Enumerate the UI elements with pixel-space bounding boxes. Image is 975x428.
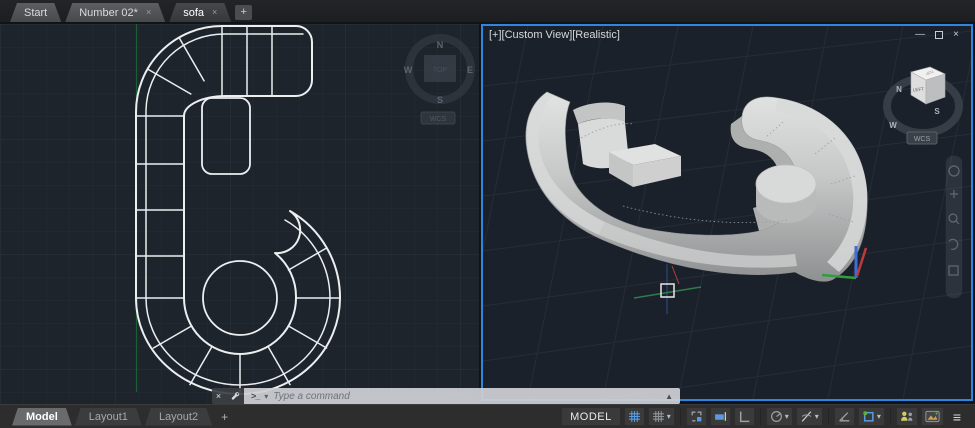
viewport-2d[interactable]: TOP N S W E WCS bbox=[0, 24, 479, 404]
ucs-x-axis bbox=[855, 247, 868, 277]
compass-south-label[interactable]: S bbox=[934, 107, 940, 116]
close-icon[interactable]: × bbox=[953, 29, 959, 40]
chevron-down-icon[interactable]: ▾ bbox=[877, 412, 881, 421]
isometric-drafting-toggle[interactable]: ▾ bbox=[795, 407, 823, 426]
sofa-3d-model[interactable] bbox=[525, 91, 868, 282]
object-snap-icon bbox=[863, 411, 874, 422]
grid-display-icon bbox=[628, 411, 640, 422]
status-bar: Model Layout1 Layout2 + MODEL ▾ ▾ ▾ ▾ ≡ bbox=[0, 404, 975, 428]
layout-tab-bar: Model Layout1 Layout2 + bbox=[0, 408, 234, 426]
chevron-down-icon[interactable]: ▾ bbox=[815, 412, 819, 421]
crosshair-cursor bbox=[633, 264, 702, 314]
object-snap-toggle[interactable]: ▾ bbox=[857, 407, 885, 426]
command-placeholder[interactable]: Type a command bbox=[273, 391, 350, 402]
2d-drawing-canvas: TOP N S W E WCS bbox=[0, 24, 479, 404]
grid-display-toggle[interactable] bbox=[623, 407, 645, 426]
ortho-mode-toggle[interactable] bbox=[733, 407, 755, 426]
polar-tracking-toggle[interactable]: ▾ bbox=[765, 407, 793, 426]
file-tab-label: Start bbox=[24, 6, 48, 19]
snap-mode-toggle[interactable]: ▾ bbox=[647, 407, 675, 426]
divider bbox=[889, 408, 891, 425]
tab-layout1[interactable]: Layout1 bbox=[75, 408, 142, 426]
file-tab-start[interactable]: Start bbox=[10, 3, 61, 22]
ortho-mode-icon bbox=[739, 411, 750, 423]
infer-constraints-toggle[interactable] bbox=[685, 407, 707, 426]
dynamic-input-icon bbox=[714, 412, 726, 421]
annotation-monitor-icon bbox=[838, 412, 850, 422]
command-prompt-icon: >_ bbox=[251, 391, 260, 401]
new-layout-button[interactable]: + bbox=[215, 410, 234, 424]
autocad-window: Start Number 02* × sofa × + TOP N S W E … bbox=[0, 0, 975, 428]
viewport-3d[interactable]: [+][Custom View][Realistic] — × N S W TO… bbox=[481, 24, 973, 401]
file-tab-label: Number 02* bbox=[79, 6, 138, 19]
restore-icon[interactable] bbox=[935, 30, 944, 39]
command-line-controls: × bbox=[212, 388, 244, 404]
customization-menu-button[interactable]: ≡ bbox=[947, 409, 967, 425]
compass-south-label[interactable]: S bbox=[437, 95, 443, 105]
command-line[interactable]: × >_ ▾ Type a command ▲ bbox=[212, 388, 680, 404]
customize-wrench-icon[interactable] bbox=[229, 391, 240, 402]
wcs-label: WCS bbox=[914, 136, 931, 143]
chevron-down-icon[interactable]: ▾ bbox=[264, 392, 268, 401]
file-tab-bar: Start Number 02* × sofa × + bbox=[0, 0, 975, 22]
collaborate-button[interactable] bbox=[895, 407, 918, 426]
tab-layout2[interactable]: Layout2 bbox=[145, 408, 212, 426]
chevron-down-icon[interactable]: ▾ bbox=[785, 412, 789, 421]
file-tab-label: sofa bbox=[183, 6, 204, 19]
divider bbox=[827, 408, 829, 425]
tab-model[interactable]: Model bbox=[12, 408, 72, 426]
annotation-monitor-toggle[interactable] bbox=[833, 407, 855, 426]
compass-east-label[interactable]: E bbox=[467, 65, 473, 75]
command-input-area[interactable]: >_ ▾ Type a command ▲ bbox=[244, 388, 680, 404]
file-tab-number02[interactable]: Number 02* × bbox=[65, 3, 165, 22]
close-icon[interactable]: × bbox=[216, 391, 221, 401]
viewport-controls-label[interactable]: [+][Custom View][Realistic] bbox=[489, 29, 620, 41]
polar-tracking-icon bbox=[770, 411, 782, 422]
compass-west-label[interactable]: W bbox=[889, 121, 897, 130]
compass-north-label[interactable]: N bbox=[437, 40, 444, 50]
cylinder-ottoman-top bbox=[755, 164, 817, 204]
dynamic-input-toggle[interactable] bbox=[709, 407, 731, 426]
file-tab-sofa[interactable]: sofa × bbox=[169, 3, 231, 22]
expand-history-icon[interactable]: ▲ bbox=[665, 392, 673, 401]
close-icon[interactable]: × bbox=[212, 8, 217, 17]
model-space-toggle[interactable]: MODEL bbox=[561, 407, 621, 426]
collaborate-icon bbox=[900, 411, 913, 421]
grid-snap-icon bbox=[652, 411, 664, 422]
compass-west-label[interactable]: W bbox=[404, 65, 413, 75]
new-tab-button[interactable]: + bbox=[235, 5, 253, 20]
status-toggles: MODEL ▾ ▾ ▾ ▾ ≡ bbox=[561, 407, 975, 426]
3d-scene-canvas: N S W TOP LEFT WCS bbox=[483, 26, 971, 399]
chevron-down-icon[interactable]: ▾ bbox=[667, 412, 671, 421]
divider bbox=[679, 408, 681, 425]
minimize-icon[interactable]: — bbox=[915, 29, 925, 40]
close-icon[interactable]: × bbox=[146, 8, 151, 17]
isometric-drafting-icon bbox=[801, 411, 812, 422]
hardware-acceleration-button[interactable] bbox=[920, 407, 944, 426]
viewcube-top-label[interactable]: TOP bbox=[433, 67, 448, 74]
hardware-acceleration-icon bbox=[925, 410, 940, 423]
navigation-bar[interactable] bbox=[945, 155, 963, 299]
infer-constraints-icon bbox=[691, 411, 702, 422]
compass-north-label[interactable]: N bbox=[896, 85, 902, 94]
divider bbox=[759, 408, 761, 425]
wcs-label: WCS bbox=[430, 116, 447, 123]
viewcube-3d[interactable]: N S W TOP LEFT WCS bbox=[883, 66, 963, 145]
viewport-window-controls: — × bbox=[915, 29, 959, 40]
